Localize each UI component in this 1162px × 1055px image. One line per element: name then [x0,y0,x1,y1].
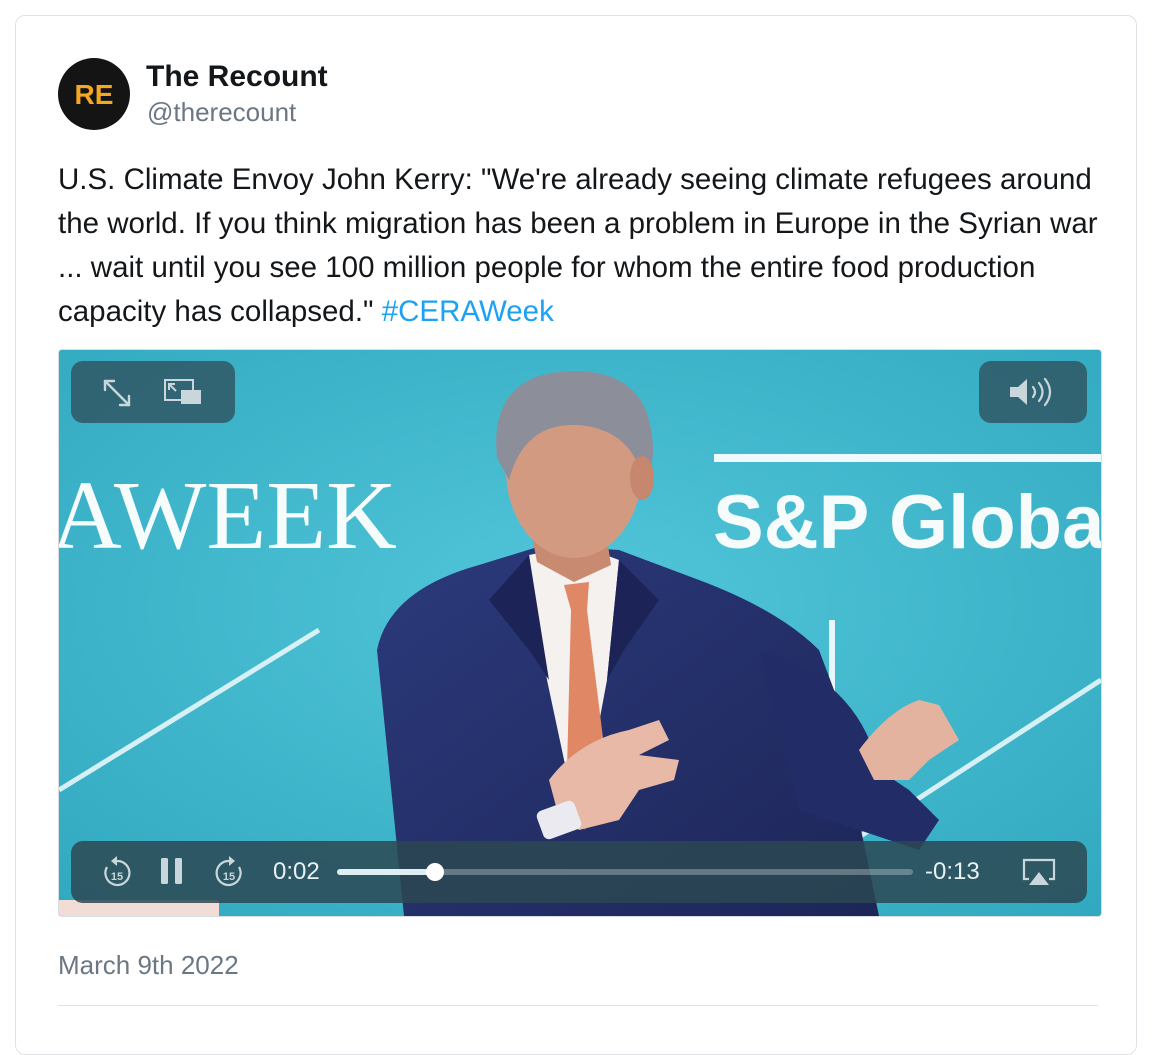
backdrop-text-right: S&P Globa [713,480,1101,565]
progress-scrubber[interactable] [425,863,444,881]
author-name[interactable]: The Recount [146,60,328,94]
skip-back-15-icon[interactable]: 15 [101,855,133,889]
remaining-time: -0:13 [925,858,980,885]
elapsed-time: 0:02 [273,858,320,885]
top-left-controls [71,361,235,423]
video-player[interactable]: AWEEK S&P Globa 15 15 0:02 -0:13 [58,349,1102,917]
playback-control-bar: 15 15 0:02 -0:13 [71,841,1087,903]
divider [58,1005,1098,1006]
tweet-body: U.S. Climate Envoy John Kerry: "We're al… [58,163,1098,328]
speaker-volume-icon[interactable] [1007,376,1061,408]
author-handle[interactable]: @therecount [147,97,296,128]
avatar[interactable]: RE [58,58,130,130]
hashtag-link[interactable]: #CERAWeek [382,295,554,328]
backdrop-text-left: AWEEK [59,462,397,570]
progress-fill [337,869,435,875]
skip-forward-15-icon[interactable]: 15 [213,855,245,889]
top-right-controls [979,361,1087,423]
tweet-text: U.S. Climate Envoy John Kerry: "We're al… [58,158,1098,334]
picture-in-picture-icon[interactable] [163,378,203,408]
svg-text:15: 15 [111,871,123,883]
airplay-icon[interactable] [1021,857,1057,887]
svg-text:15: 15 [223,871,235,883]
svg-text:RE: RE [75,79,114,110]
progress-track[interactable] [337,863,913,881]
tweet-date: March 9th 2022 [58,950,239,980]
expand-arrows-icon[interactable] [101,377,133,409]
tweet-card: RE The Recount @therecount U.S. Climate … [15,15,1137,1055]
pause-icon[interactable] [159,856,185,886]
video-frame: AWEEK S&P Globa [59,350,1101,916]
recount-logo-icon: RE [75,79,114,110]
